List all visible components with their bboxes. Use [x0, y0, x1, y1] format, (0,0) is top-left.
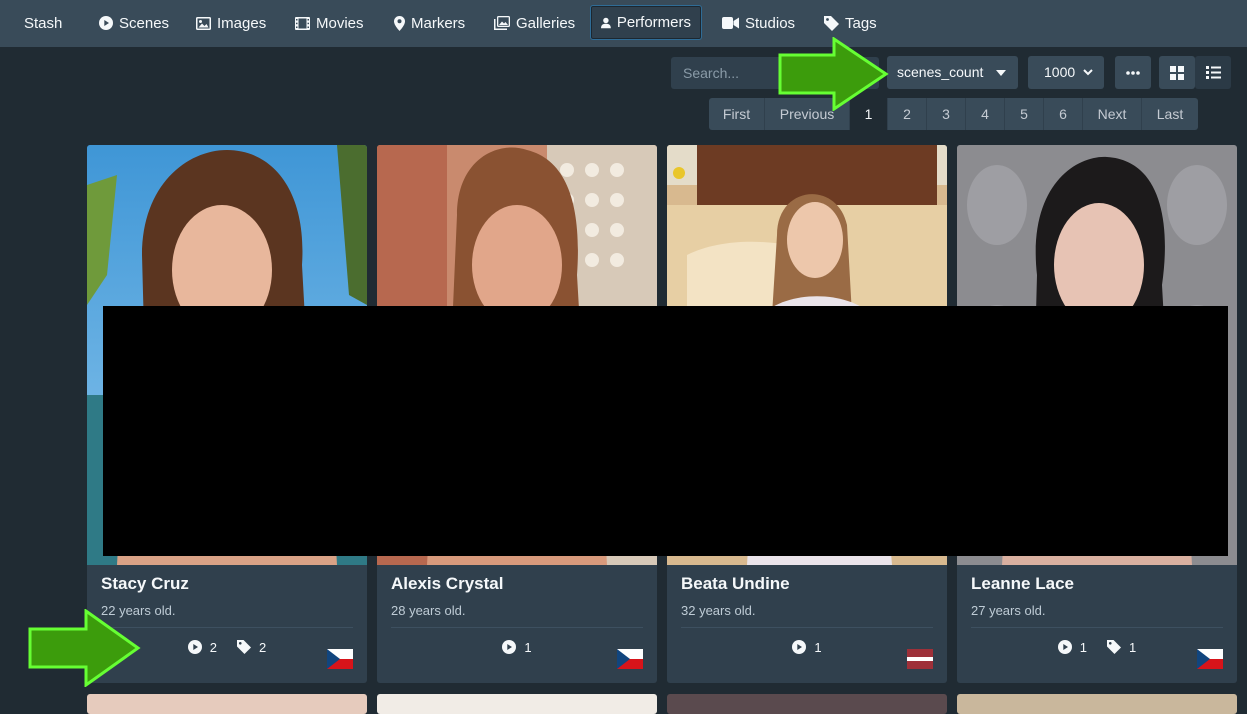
card-divider — [971, 627, 1223, 628]
nav-tags[interactable]: Tags — [814, 7, 887, 39]
list-view-icon — [1205, 66, 1221, 79]
play-circle-icon — [1057, 640, 1072, 654]
tag-icon — [1107, 640, 1121, 654]
performer-stats: 1 — [667, 637, 947, 657]
performer-age: 32 years old. — [681, 603, 756, 618]
performer-stats: 1 1 — [957, 637, 1237, 657]
brand-link[interactable]: Stash — [24, 15, 62, 32]
performer-name[interactable]: Alexis Crystal — [391, 574, 503, 594]
performer-card-partial[interactable] — [667, 694, 947, 714]
grid-view-icon — [1170, 65, 1184, 80]
tag-count-button[interactable]: 2 — [237, 637, 266, 657]
video-icon — [722, 17, 739, 29]
caret-down-icon — [996, 70, 1006, 76]
tag-icon — [824, 15, 839, 31]
page-3-button[interactable]: 3 — [927, 98, 966, 130]
highlight-arrow-icon — [778, 37, 889, 111]
page-next-button[interactable]: Next — [1083, 98, 1142, 130]
sort-by-select[interactable]: scenes_count — [887, 56, 1018, 89]
nav-scenes-label: Scenes — [119, 14, 170, 32]
nav-images[interactable]: Images — [186, 7, 276, 39]
nav-performers[interactable]: Performers — [590, 5, 702, 40]
page-6-button[interactable]: 6 — [1044, 98, 1083, 130]
nav-tags-label: Tags — [845, 14, 877, 32]
page-4-button[interactable]: 4 — [966, 98, 1005, 130]
play-circle-icon — [792, 640, 807, 654]
czech-flag-icon — [1197, 649, 1223, 669]
nav-studios[interactable]: Studios — [712, 7, 805, 39]
sort-by-value: scenes_count — [897, 64, 984, 80]
play-circle-icon — [99, 16, 113, 30]
scene-count-button[interactable]: 1 — [792, 637, 822, 657]
page-2-button[interactable]: 2 — [888, 98, 927, 130]
scene-count-button[interactable]: 2 — [187, 637, 217, 657]
nav-markers[interactable]: Markers — [384, 7, 475, 39]
scene-count: 2 — [209, 639, 217, 655]
scene-count-button[interactable]: 1 — [502, 637, 532, 657]
latvia-flag-icon — [907, 649, 933, 669]
tag-count: 1 — [1129, 639, 1137, 655]
czech-flag-icon — [617, 649, 643, 669]
map-marker-icon — [394, 15, 405, 31]
scene-count: 1 — [524, 639, 532, 655]
nav-galleries-label: Galleries — [516, 14, 576, 32]
chevron-down-icon — [1083, 69, 1093, 76]
per-page-value: 1000 — [1044, 64, 1076, 80]
highlight-arrow-icon — [28, 609, 141, 687]
nav-movies[interactable]: Movies — [285, 7, 374, 39]
scene-count-button[interactable]: 1 — [1057, 637, 1087, 657]
page-5-button[interactable]: 5 — [1005, 98, 1044, 130]
nav-images-label: Images — [217, 14, 267, 32]
performer-name[interactable]: Leanne Lace — [971, 574, 1074, 594]
performer-age: 27 years old. — [971, 603, 1046, 618]
performer-card-partial[interactable] — [377, 694, 657, 714]
performer-age: 28 years old. — [391, 603, 466, 618]
grid-view-button[interactable] — [1159, 56, 1195, 89]
image-icon — [196, 16, 211, 30]
tag-icon — [237, 640, 251, 654]
film-icon — [295, 16, 310, 30]
nav-galleries[interactable]: Galleries — [484, 7, 585, 39]
page-first-button[interactable]: First — [709, 98, 765, 130]
ellipsis-icon — [1126, 70, 1140, 75]
performer-stats: 1 — [377, 637, 657, 657]
performer-card-partial[interactable] — [957, 694, 1237, 714]
list-view-button[interactable] — [1195, 56, 1231, 89]
per-page-select[interactable]: 1000 — [1028, 56, 1104, 89]
top-navbar: Stash Scenes Images Movies Markers Galle… — [0, 0, 1247, 47]
play-circle-icon — [502, 640, 517, 654]
nav-markers-label: Markers — [411, 14, 466, 32]
card-divider — [391, 627, 643, 628]
card-divider — [681, 627, 933, 628]
czech-flag-icon — [327, 649, 353, 669]
performer-name[interactable]: Beata Undine — [681, 574, 790, 594]
nav-studios-label: Studios — [745, 14, 796, 32]
nav-scenes[interactable]: Scenes — [89, 7, 179, 39]
tag-count-button[interactable]: 1 — [1107, 637, 1136, 657]
images-icon — [494, 16, 510, 30]
nav-performers-label: Performers — [616, 14, 691, 31]
redaction-box — [103, 306, 1228, 556]
performer-card-partial[interactable] — [87, 694, 367, 714]
scene-count: 1 — [1079, 639, 1087, 655]
play-circle-icon — [187, 640, 202, 654]
nav-movies-label: Movies — [316, 14, 364, 32]
more-options-button[interactable] — [1115, 56, 1151, 89]
user-icon — [601, 17, 611, 28]
performer-name[interactable]: Stacy Cruz — [101, 574, 189, 594]
page-last-button[interactable]: Last — [1142, 98, 1198, 130]
tag-count: 2 — [259, 639, 267, 655]
scene-count: 1 — [814, 639, 822, 655]
